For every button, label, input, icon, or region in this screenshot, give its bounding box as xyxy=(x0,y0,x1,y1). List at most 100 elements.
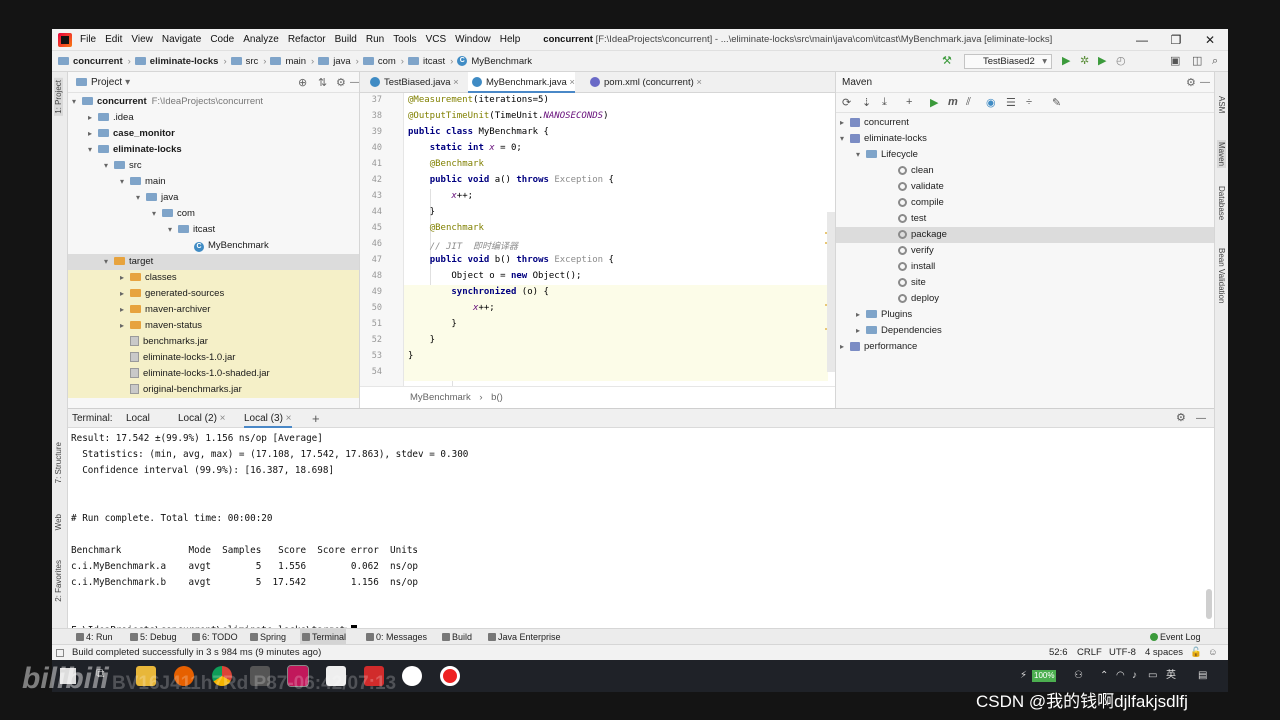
file-encoding[interactable]: UTF-8 xyxy=(1109,645,1136,660)
menu-tools[interactable]: Tools xyxy=(393,34,416,45)
tab-maven-tool[interactable]: Maven xyxy=(1217,140,1226,169)
editor-tab[interactable]: MyBenchmark.java × xyxy=(468,72,575,93)
editor-scrollbar[interactable] xyxy=(827,212,835,372)
chevron-down-icon[interactable]: ▾ xyxy=(856,147,866,163)
maximize-icon[interactable]: ❐ xyxy=(1159,29,1193,51)
close-tab-icon[interactable]: × xyxy=(217,413,226,424)
chevron-down-icon[interactable]: ▾ xyxy=(104,254,114,270)
menu-edit[interactable]: Edit xyxy=(105,34,122,45)
tree-item[interactable]: eliminate-locks-1.0-shaded.jar xyxy=(68,366,359,382)
status-panel-icon[interactable] xyxy=(56,649,64,657)
close-tab-icon[interactable]: × xyxy=(451,77,459,88)
menu-view[interactable]: View xyxy=(131,34,153,45)
project-structure-icon[interactable]: ▣ xyxy=(1170,51,1180,72)
indent-setting[interactable]: 4 spaces xyxy=(1145,645,1183,660)
tree-item[interactable]: ▾ java xyxy=(68,190,359,206)
breadcrumb-class[interactable]: MyBenchmark xyxy=(410,392,471,403)
maven-tree-item[interactable]: ▸ concurrent xyxy=(836,115,1214,131)
menu-help[interactable]: Help xyxy=(500,34,521,45)
tree-item[interactable]: ▸ .idea xyxy=(68,110,359,126)
chevron-right-icon[interactable]: ▸ xyxy=(120,270,130,286)
tree-item[interactable]: ▾ itcast xyxy=(68,222,359,238)
new-terminal-icon[interactable]: + xyxy=(312,409,320,428)
editor-tab[interactable]: TestBiased.java × xyxy=(366,72,459,93)
tab-database-tool[interactable]: Database xyxy=(1217,186,1226,220)
record-icon[interactable] xyxy=(440,666,460,686)
editor-tab[interactable]: pom.xml (concurrent) × xyxy=(586,72,702,93)
tab-project-tool[interactable]: 1: Project xyxy=(54,78,63,116)
breadcrumb-item[interactable]: com › xyxy=(362,56,404,67)
chevron-right-icon[interactable]: ▸ xyxy=(120,286,130,302)
chevron-right-icon[interactable]: ▸ xyxy=(120,302,130,318)
code-line[interactable]: // JIT 即时编译器 xyxy=(408,239,518,252)
code-line[interactable]: } xyxy=(408,335,435,345)
maven-tree-item[interactable]: verify xyxy=(836,243,1214,259)
toggle-offline-icon[interactable]: ⫽ xyxy=(966,96,971,109)
menu-run[interactable]: Run xyxy=(366,34,384,45)
chevron-right-icon[interactable]: ▸ xyxy=(88,126,98,142)
tree-item[interactable]: benchmarks.jar xyxy=(68,334,359,350)
breadcrumb-item[interactable]: C MyBenchmark xyxy=(457,56,532,67)
chevron-down-icon[interactable]: ▾ xyxy=(136,190,146,206)
code-line[interactable]: } xyxy=(408,319,456,329)
menu-code[interactable]: Code xyxy=(210,34,234,45)
tool-tab-spring[interactable]: Spring xyxy=(248,629,286,645)
tree-item[interactable]: ▸ case_monitor xyxy=(68,126,359,142)
code-line[interactable]: Object o = new Object(); xyxy=(408,271,581,281)
hide-panel-icon[interactable]: — xyxy=(1200,77,1210,88)
lock-icon[interactable]: 🔓 xyxy=(1190,645,1202,660)
close-icon[interactable]: ✕ xyxy=(1193,29,1227,51)
maven-tree-item[interactable]: site xyxy=(836,275,1214,291)
tree-item[interactable]: ▸ maven-status xyxy=(68,318,359,334)
breadcrumb-item[interactable]: src › xyxy=(230,56,266,67)
hide-panel-icon[interactable]: — xyxy=(350,77,359,88)
chevron-down-icon[interactable]: ▾ xyxy=(840,131,850,147)
chevron-down-icon[interactable]: ▾ xyxy=(120,174,130,190)
chevron-right-icon[interactable]: ▸ xyxy=(120,318,130,334)
tree-item[interactable]: C MyBenchmark xyxy=(68,238,359,254)
status-message[interactable]: Build completed successfully in 3 s 984 … xyxy=(72,645,321,660)
gear-icon[interactable]: ⚙ xyxy=(336,76,346,89)
breadcrumb-item[interactable]: concurrent › xyxy=(58,56,131,67)
code-line[interactable]: @Measurement(iterations=5) xyxy=(408,95,549,105)
code-line[interactable]: @OutputTimeUnit(TimeUnit.NANOSECONDS) xyxy=(408,111,609,121)
event-log-button[interactable]: Event Log xyxy=(1148,629,1201,645)
chevron-down-icon[interactable]: ▾ xyxy=(72,94,82,110)
tree-item[interactable]: ▾ src xyxy=(68,158,359,174)
breadcrumb-item[interactable]: main › xyxy=(270,56,314,67)
profile-icon[interactable]: ◴ xyxy=(1116,51,1126,72)
code-line[interactable]: public void b() throws Exception { xyxy=(408,255,614,265)
chevron-right-icon[interactable]: ▸ xyxy=(840,339,850,355)
run-icon[interactable]: ▶ xyxy=(1062,51,1070,72)
menu-navigate[interactable]: Navigate xyxy=(162,34,201,45)
chevron-down-icon[interactable]: ▾ xyxy=(168,222,178,238)
add-icon[interactable]: + xyxy=(906,96,912,108)
maven-tree-item[interactable]: install xyxy=(836,259,1214,275)
close-tab-icon[interactable]: × xyxy=(567,77,575,88)
generate-sources-icon[interactable]: ⇣ xyxy=(862,96,871,109)
maven-tree-item[interactable]: ▸ Dependencies xyxy=(836,323,1214,339)
caret-position[interactable]: 52:6 xyxy=(1049,645,1068,660)
tree-item[interactable]: ▸ generated-sources xyxy=(68,286,359,302)
tool-tab-debug[interactable]: 5: Debug xyxy=(128,629,177,645)
menu-file[interactable]: File xyxy=(80,34,96,45)
inspector-icon[interactable]: ☺ xyxy=(1208,645,1218,660)
maven-tree-item[interactable]: ▾ Lifecycle xyxy=(836,147,1214,163)
chevron-right-icon[interactable]: ▸ xyxy=(856,307,866,323)
battery-indicator[interactable]: 100% xyxy=(1032,670,1057,682)
close-tab-icon[interactable]: × xyxy=(283,413,292,424)
terminal-tab[interactable]: Local (3) × xyxy=(244,409,292,428)
breadcrumb-item[interactable]: java › xyxy=(318,56,359,67)
menu-refactor[interactable]: Refactor xyxy=(288,34,326,45)
locate-icon[interactable]: ⊕ xyxy=(298,76,307,89)
tree-item[interactable]: ▸ maven-archiver xyxy=(68,302,359,318)
run-configuration-select[interactable]: TestBiased2 ▾ xyxy=(964,54,1052,69)
tab-structure-tool[interactable]: 7: Structure xyxy=(54,442,63,483)
menu-build[interactable]: Build xyxy=(335,34,357,45)
gear-icon[interactable]: ⚙ xyxy=(1176,409,1186,428)
collapse-icon[interactable]: ÷ xyxy=(1026,96,1032,108)
maven-tree-item[interactable]: test xyxy=(836,211,1214,227)
run-icon[interactable]: ▶ xyxy=(930,96,938,109)
notification-icon[interactable]: ▤ xyxy=(1198,660,1207,692)
code-line[interactable]: public void a() throws Exception { xyxy=(408,175,614,185)
